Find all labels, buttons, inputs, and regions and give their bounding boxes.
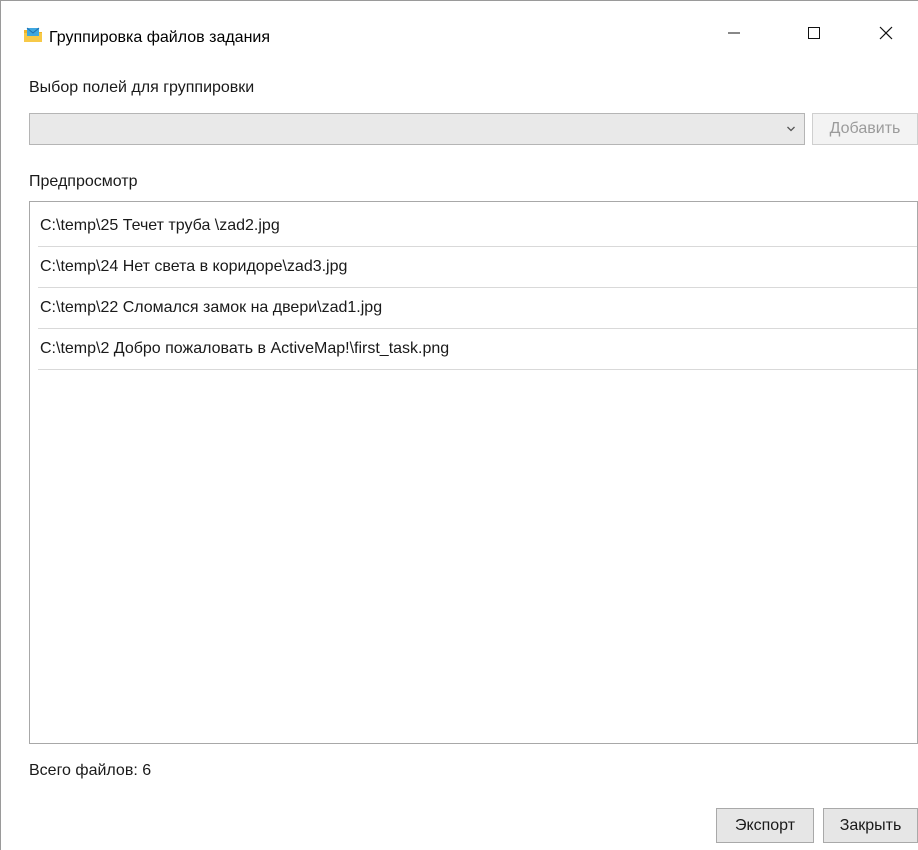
close-window-button[interactable]: [863, 15, 909, 55]
title-bar[interactable]: Группировка файлов задания: [1, 1, 918, 65]
list-item[interactable]: C:\temp\24 Нет света в коридоре\zad3.jpg: [38, 247, 917, 288]
grouping-fields-select[interactable]: [29, 113, 805, 145]
list-item[interactable]: C:\temp\25 Течет труба \zad2.jpg: [38, 206, 917, 247]
list-item[interactable]: C:\temp\22 Сломался замок на двери\zad1.…: [38, 288, 917, 329]
close-button[interactable]: Закрыть: [823, 808, 918, 843]
total-files-label: Всего файлов: 6: [29, 762, 152, 779]
group-files-dialog: Группировка файлов задания Выбор полей д…: [0, 0, 918, 850]
grouping-fields-label: Выбор полей для группировки: [29, 79, 255, 96]
add-button[interactable]: Добавить: [812, 113, 918, 145]
folder-envelope-icon: [23, 27, 43, 43]
minimize-icon: [726, 25, 742, 46]
file-list: C:\temp\25 Течет труба \zad2.jpg C:\temp…: [38, 206, 917, 370]
minimize-button[interactable]: [711, 15, 757, 55]
maximize-button[interactable]: [791, 15, 837, 55]
close-icon: [878, 25, 894, 46]
preview-list-box[interactable]: C:\temp\25 Течет труба \zad2.jpg C:\temp…: [29, 201, 918, 744]
maximize-icon: [806, 25, 822, 46]
chevron-down-icon: [784, 122, 798, 136]
list-item[interactable]: C:\temp\2 Добро пожаловать в ActiveMap!\…: [38, 329, 917, 370]
export-button[interactable]: Экспорт: [716, 808, 814, 843]
preview-label: Предпросмотр: [29, 173, 138, 190]
window-title: Группировка файлов задания: [49, 29, 271, 46]
